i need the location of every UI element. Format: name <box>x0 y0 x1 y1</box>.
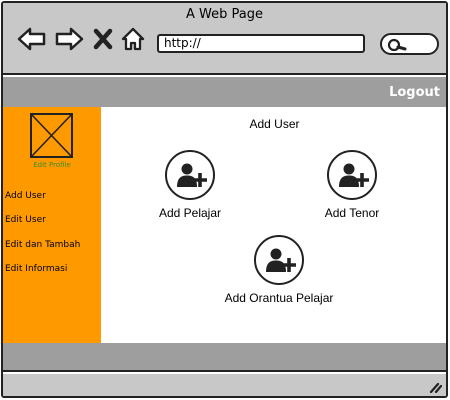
add-tenor-button[interactable]: Add Tenor <box>312 150 392 220</box>
add-tenor-circle <box>327 150 377 200</box>
home-icon[interactable] <box>120 26 146 56</box>
browser-toolbar: A Web Page http:// <box>3 3 446 75</box>
resize-grip-icon[interactable] <box>428 378 443 396</box>
sidebar: Edit Profile Add User Edit User Edit dan… <box>3 107 101 343</box>
profile-image-placeholder <box>30 113 73 158</box>
add-pelajar-circle <box>165 150 215 200</box>
app-header: Logout <box>3 77 446 107</box>
sidebar-item-edit-user[interactable]: Edit User <box>5 215 46 225</box>
forward-arrow-icon[interactable] <box>54 26 84 56</box>
browser-search-field[interactable] <box>380 33 439 55</box>
sidebar-item-edit-informasi[interactable]: Edit Informasi <box>5 264 67 274</box>
sidebar-item-add-user[interactable]: Add User <box>5 191 46 201</box>
sidebar-item-edit-dan-tambah[interactable]: Edit dan Tambah <box>5 240 80 250</box>
add-orantua-pelajar-circle <box>254 235 304 285</box>
browser-window: A Web Page http:// Logout Edit Profile A… <box>1 1 448 398</box>
close-x-icon[interactable] <box>93 28 113 54</box>
window-title: A Web Page <box>186 7 263 22</box>
edit-profile-link[interactable]: Edit Profile <box>3 161 101 169</box>
back-arrow-icon[interactable] <box>17 26 47 56</box>
main-content: Add User Add Pelajar Add Tenor Add Orant… <box>101 107 446 343</box>
url-input[interactable]: http:// <box>157 34 365 53</box>
logout-button[interactable]: Logout <box>389 85 440 100</box>
add-pelajar-button[interactable]: Add Pelajar <box>150 150 230 220</box>
add-orantua-pelajar-button[interactable]: Add Orantua Pelajar <box>209 235 349 305</box>
page-title: Add User <box>249 117 300 131</box>
app-footer <box>3 343 446 372</box>
add-tenor-label: Add Tenor <box>324 206 380 220</box>
browser-status-bar <box>3 374 446 396</box>
add-pelajar-label: Add Pelajar <box>158 206 222 220</box>
add-orantua-pelajar-label: Add Orantua Pelajar <box>224 291 334 305</box>
